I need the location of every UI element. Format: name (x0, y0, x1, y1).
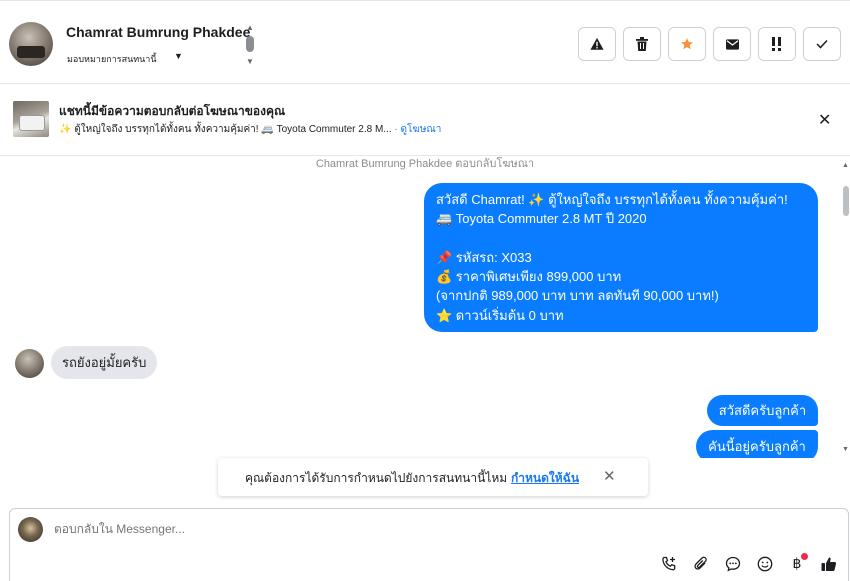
scroll-up-icon[interactable]: ▲ (842, 162, 849, 169)
reply-input[interactable] (54, 522, 654, 536)
ad-reply-banner: แชทนี้มีข้อความตอบกลับต่อโฆษณาของคุณ ✨ ต… (0, 84, 850, 156)
reply-composer: ฿ (9, 508, 849, 581)
system-note: Chamrat Bumrung Phakdee ตอบกลับโฆษณา (315, 158, 535, 170)
report-spam-button[interactable] (578, 27, 616, 61)
star-icon (681, 38, 693, 50)
ad-banner-subtitle: ✨ ตู้ใหญ่ใจถึง บรรทุกได้ทั้งคน ทั้งความค… (59, 122, 441, 137)
composer-tools: ฿ (658, 553, 840, 575)
message-thread: Chamrat Bumrung Phakdee ตอบกลับโฆษณา สวั… (0, 156, 850, 458)
mark-unread-button[interactable] (713, 27, 751, 61)
star-button[interactable] (668, 27, 706, 61)
ad-thumbnail[interactable] (13, 101, 49, 137)
payment-icon[interactable]: ฿ (786, 553, 808, 575)
chat-scrollbar[interactable]: ▲ ▼ (842, 162, 850, 458)
contact-avatar[interactable] (9, 22, 53, 66)
toast-message: คุณต้องการได้รับการกำหนดไปยังการสนทนานี้… (245, 471, 508, 485)
view-ad-link[interactable]: ดูโฆษณา (401, 124, 442, 135)
incoming-message[interactable]: รถยังอยู่มั้ยครับ (51, 346, 158, 379)
outgoing-message[interactable]: คันนี้อยู่ครับลูกค้า (696, 430, 818, 458)
assign-to-me-link[interactable]: กำหนดให้ฉัน (511, 469, 579, 488)
call-add-icon[interactable] (658, 553, 680, 575)
exclamation-icon (772, 37, 781, 51)
page-avatar (18, 517, 43, 542)
scroll-up-icon[interactable]: ▲ (246, 23, 254, 32)
assign-toast: คุณต้องการได้รับการกำหนดไปยังการสนทนานี้… (218, 458, 648, 496)
chat-bubble-icon[interactable] (722, 553, 744, 575)
header-scrollbar[interactable]: ▲ ▼ (245, 23, 255, 67)
ad-preview-text: ✨ ตู้ใหญ่ใจถึง บรรทุกได้ทั้งคน ทั้งความค… (59, 124, 392, 135)
outgoing-message[interactable]: สวัสดีครับลูกค้า (707, 395, 818, 426)
emoji-icon[interactable] (754, 553, 776, 575)
scroll-thumb[interactable] (843, 186, 849, 216)
chevron-down-icon[interactable]: ▼ (174, 51, 183, 61)
header-actions (578, 27, 841, 61)
attachment-icon[interactable] (690, 553, 712, 575)
assign-conversation-label[interactable]: มอบหมายการสนทนานี้ (67, 52, 157, 66)
follow-up-button[interactable] (758, 27, 796, 61)
scroll-down-icon[interactable]: ▼ (246, 57, 254, 66)
check-icon (816, 39, 828, 49)
thumbs-up-icon[interactable] (818, 553, 840, 575)
notification-dot (801, 553, 808, 560)
contact-name[interactable]: Chamrat Bumrung Phakdee (66, 24, 250, 40)
conversation-header: Chamrat Bumrung Phakdee มอบหมายการสนทนาน… (0, 0, 850, 84)
close-icon[interactable]: ✕ (818, 110, 831, 130)
warning-icon (590, 37, 604, 50)
ad-banner-title: แชทนี้มีข้อความตอบกลับต่อโฆษณาของคุณ (59, 104, 286, 118)
envelope-icon (725, 38, 739, 50)
separator-dot: · (394, 124, 398, 135)
mark-done-button[interactable] (803, 27, 841, 61)
scroll-down-icon[interactable]: ▼ (842, 446, 849, 453)
trash-icon (636, 37, 648, 51)
outgoing-message[interactable]: สวัสดี Chamrat! ✨ ตู้ใหญ่ใจถึง บรรทุกได้… (424, 183, 818, 332)
scroll-thumb[interactable] (246, 36, 254, 52)
delete-button[interactable] (623, 27, 661, 61)
contact-avatar-small[interactable] (15, 349, 44, 378)
close-icon[interactable]: ✕ (603, 467, 616, 485)
